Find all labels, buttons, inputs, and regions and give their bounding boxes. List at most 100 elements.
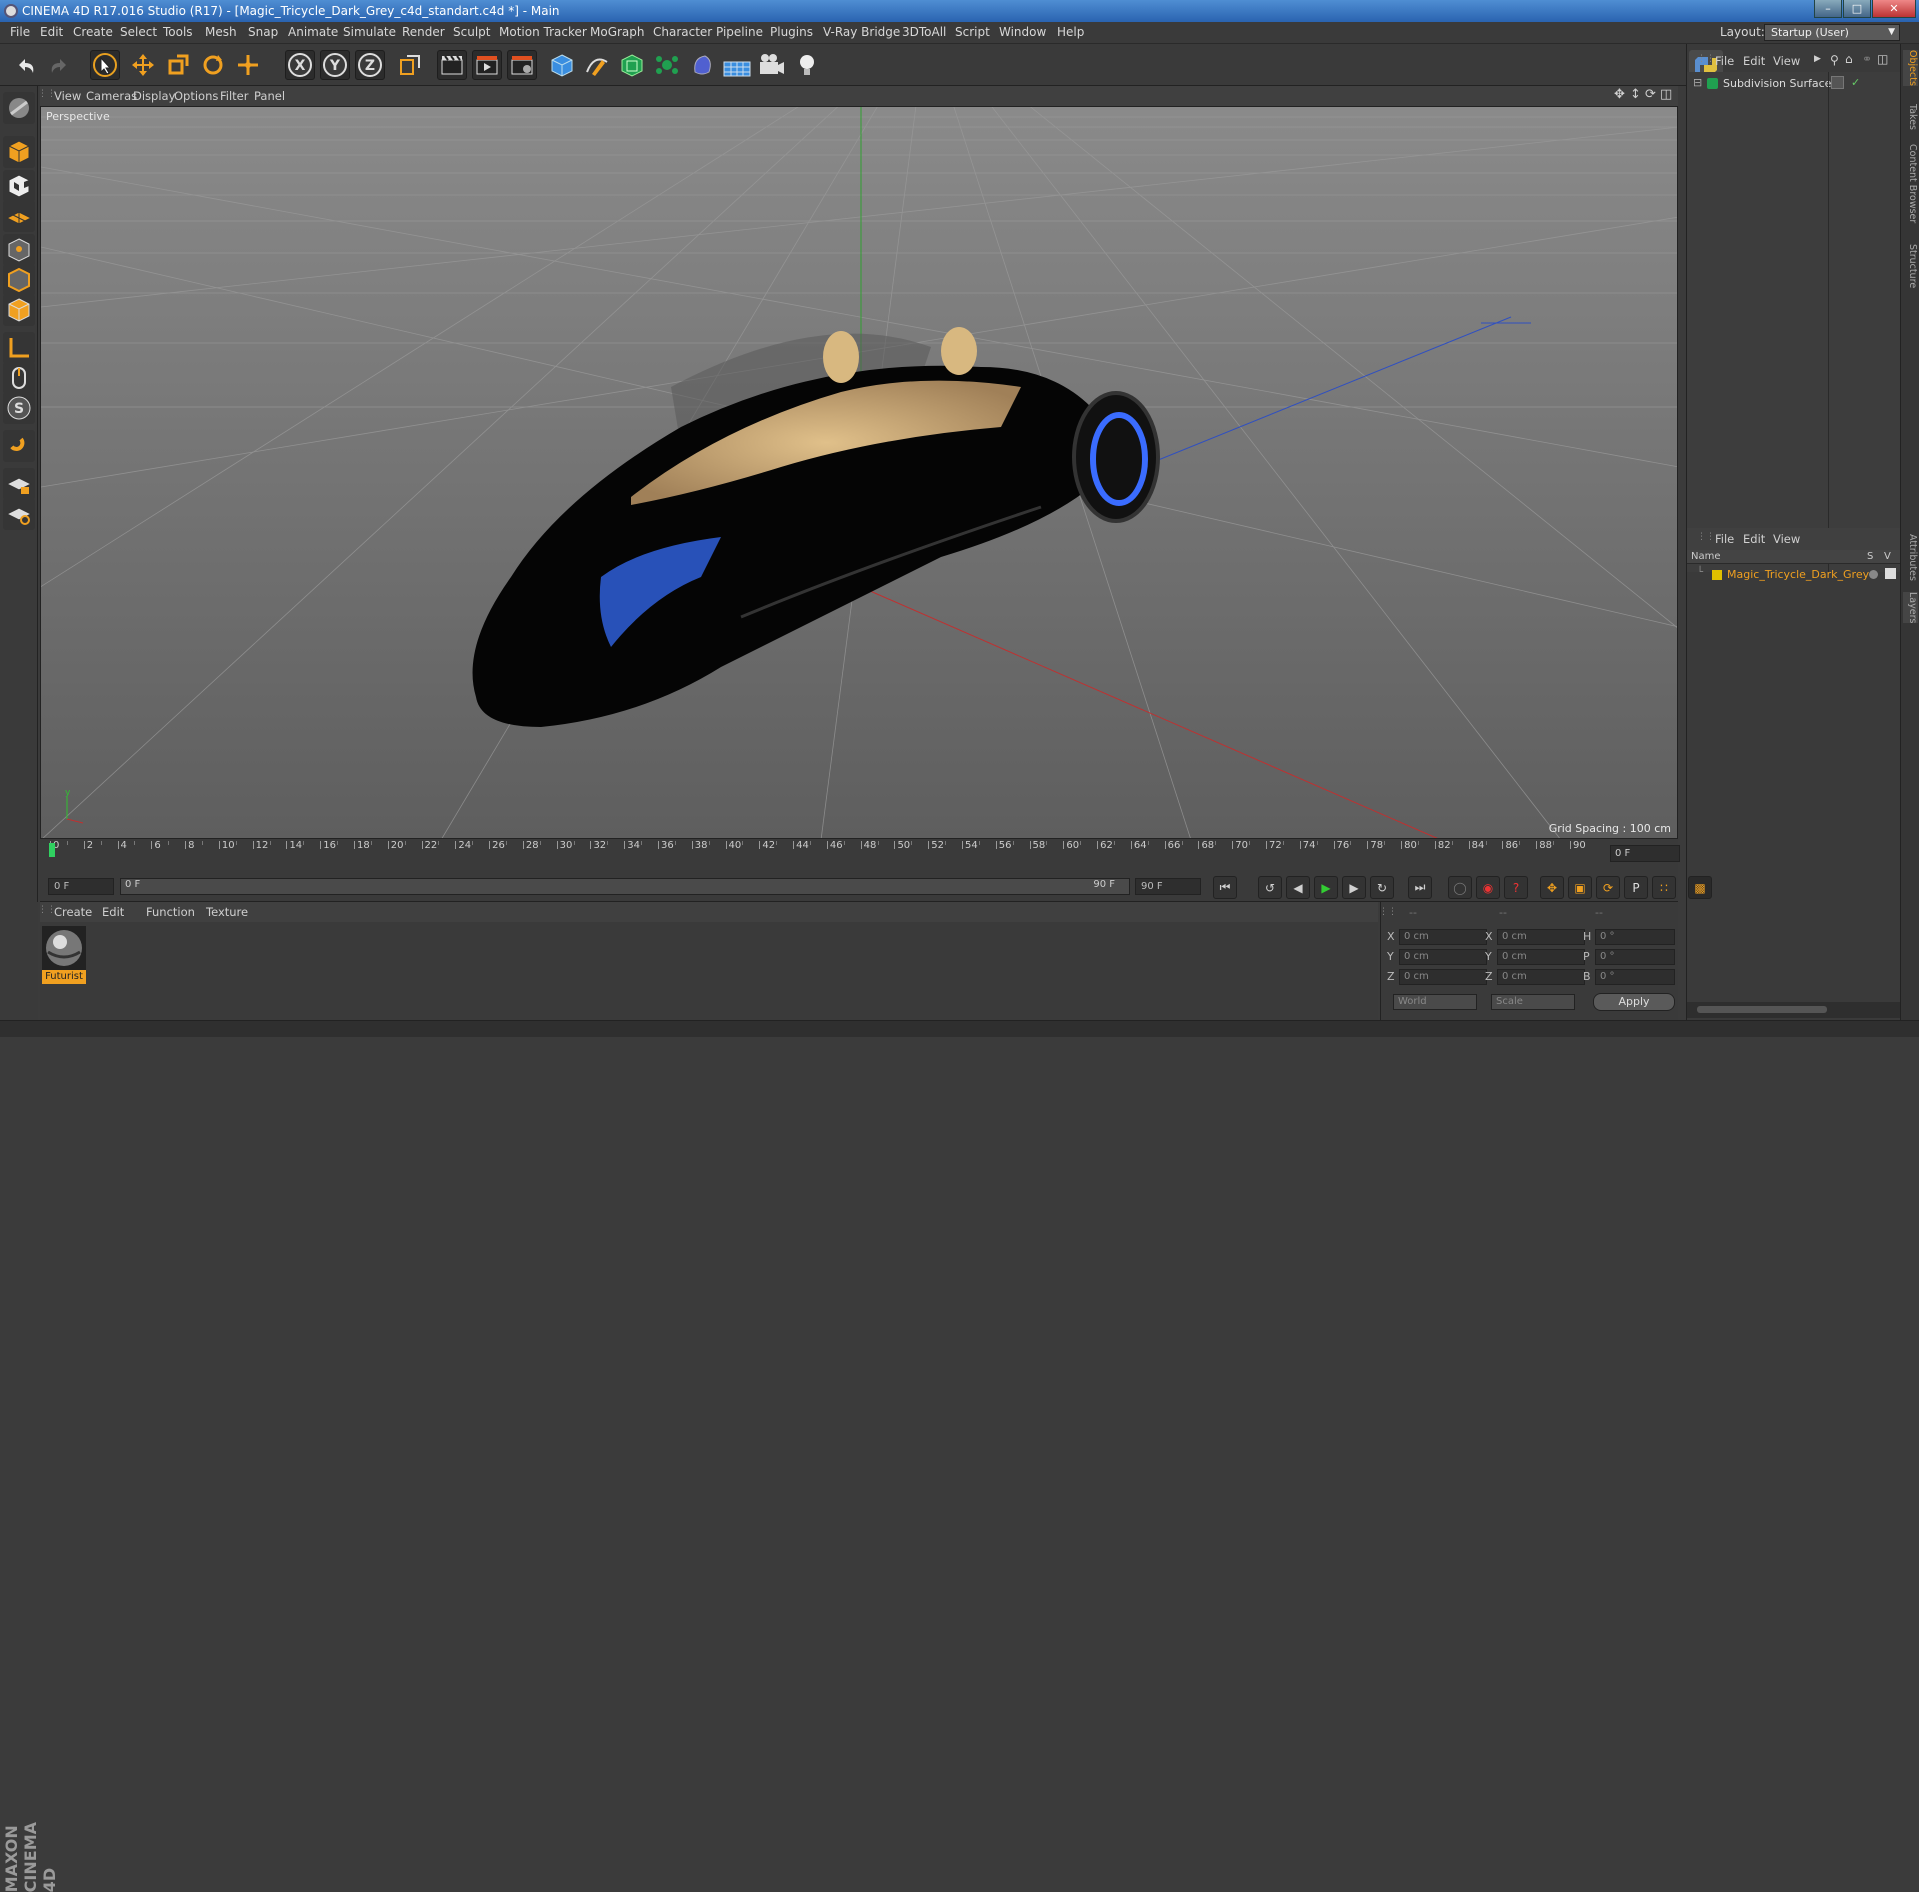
render-to-picture-viewer-button[interactable] [472,50,502,80]
menu-character[interactable]: Character [653,25,712,39]
axis-mode-button[interactable] [3,332,35,364]
viewport-menu-cameras[interactable]: Cameras [86,89,137,103]
transform-tool[interactable] [233,50,263,80]
perspective-viewport[interactable]: y Perspective Grid Spacing : 100 cm [40,106,1678,839]
menu-motion-tracker[interactable]: Motion Tracker [499,25,587,39]
timeline-editor-button[interactable]: ▩ [1688,876,1712,899]
tab-takes[interactable]: Takes [1903,104,1918,130]
points-mode-button[interactable] [3,234,35,266]
coordinate-system-button[interactable] [395,50,425,80]
z-axis-lock[interactable]: Z [355,50,385,80]
menu-help[interactable]: Help [1057,25,1084,39]
record-keys-button[interactable]: ◯ [1448,876,1472,899]
menu-script[interactable]: Script [955,25,990,39]
tab-attributes[interactable]: Attributes [1903,534,1918,581]
size-mode-dropdown[interactable]: Scale [1491,994,1575,1010]
autokey-button[interactable]: ? [1504,876,1528,899]
tab-objects[interactable]: Objects [1903,50,1918,86]
timeline-ruler[interactable]: 0 2 4 6 8 10 12 14 16 18 20 22 24 26 28 30 32 34 36 38 40 42 4… [40,839,1678,872]
menu-select[interactable]: Select [120,25,157,39]
menu-mograph[interactable]: MoGraph [590,25,645,39]
search-icon[interactable]: ⚲ [1830,53,1839,67]
magnet-button[interactable] [3,430,35,462]
layers-menu-edit[interactable]: Edit [1743,532,1765,546]
layer-row[interactable]: └ Magic_Tricycle_Dark_Grey [1689,567,1899,583]
menu-animate[interactable]: Animate [288,25,338,39]
key-parameter-button[interactable]: P [1624,876,1648,899]
next-frame-button[interactable]: ▶ [1342,876,1366,899]
undo-button[interactable] [10,50,40,80]
viewport-menu-filter[interactable]: Filter [220,89,248,103]
y-axis-lock[interactable]: Y [320,50,350,80]
tab-layers[interactable]: Layers [1903,592,1918,624]
frame-range-slider[interactable]: 0 F 90 F [120,878,1130,895]
viewport-menu-panel[interactable]: Panel [254,89,285,103]
make-editable-button[interactable] [3,92,35,124]
tag-icon[interactable] [1831,76,1844,89]
menu-3dtoall[interactable]: 3DToAll [902,25,946,39]
go-to-start-button[interactable]: ⏮ [1213,876,1237,899]
pos-z-field[interactable]: 0 cm [1399,969,1487,985]
live-selection-tool[interactable] [90,50,120,80]
material-menu-function[interactable]: Function [146,905,195,919]
polygons-mode-button[interactable] [3,294,35,326]
layout-dropdown[interactable]: Startup (User) ▼ [1764,24,1900,41]
size-y-field[interactable]: 0 cm [1497,949,1585,965]
objects-menu-file[interactable]: File [1715,54,1734,68]
size-z-field[interactable]: 0 cm [1497,969,1585,985]
objects-menu-view[interactable]: View [1773,54,1800,68]
texture-mode-button[interactable] [3,170,35,202]
rot-p-field[interactable]: 0 ° [1595,949,1675,965]
current-frame-field[interactable]: 0 F [1610,845,1680,862]
x-axis-lock[interactable]: X [285,50,315,80]
panel-icon[interactable]: ◫ [1877,52,1888,66]
tweak-mode-button[interactable] [3,362,35,394]
menu-create[interactable]: Create [73,25,113,39]
home-icon[interactable]: ⌂ [1845,52,1853,66]
workplane-button[interactable] [3,200,35,232]
snap-button[interactable]: S [3,392,35,424]
enabled-check-icon[interactable]: ✓ [1851,76,1860,89]
rot-h-field[interactable]: 0 ° [1595,929,1675,945]
layers-menu-file[interactable]: File [1715,532,1734,546]
close-button[interactable]: ✕ [1872,0,1916,18]
menu-tools[interactable]: Tools [163,25,193,39]
model-mode-button[interactable] [3,136,35,168]
end-frame-field[interactable]: 90 F [1135,878,1201,895]
viewport-menu-display[interactable]: Display [133,89,175,103]
rotate-view-icon[interactable]: ⟳ [1645,87,1656,102]
add-mograph-button[interactable] [652,50,682,80]
menu-render[interactable]: Render [402,25,445,39]
material-swatch[interactable]: Futurist [42,926,86,984]
next-key-button[interactable]: ↻ [1370,876,1394,899]
attribute-scrollbar[interactable] [1687,1002,1901,1018]
viewport-menu-view[interactable]: View [54,89,81,103]
key-pla-button[interactable]: ∷ [1652,876,1676,899]
coordinate-mode-dropdown[interactable]: World [1393,994,1477,1010]
menu-simulate[interactable]: Simulate [343,25,396,39]
layer-color-swatch[interactable] [1712,570,1722,580]
rot-b-field[interactable]: 0 ° [1595,969,1675,985]
menu-vray-bridge[interactable]: V-Ray Bridge [823,25,900,39]
workplane-lock-button[interactable] [3,468,35,500]
objects-menu-edit[interactable]: Edit [1743,54,1765,68]
menu-mesh[interactable]: Mesh [205,25,237,39]
menu-pipeline[interactable]: Pipeline [716,25,763,39]
menu-file[interactable]: File [10,25,30,39]
expand-icon[interactable]: ⊟ [1693,76,1702,89]
playhead[interactable] [49,843,55,857]
render-settings-button[interactable] [507,50,537,80]
menu-plugins[interactable]: Plugins [770,25,813,39]
object-row[interactable]: ⊟ Subdivision Surface ✓ [1689,76,1899,92]
move-tool[interactable] [128,50,158,80]
material-menu-texture[interactable]: Texture [206,905,248,919]
visible-icon[interactable] [1885,568,1896,579]
scale-tool[interactable] [163,50,193,80]
add-deformer-button[interactable] [687,50,717,80]
link-icon[interactable]: ⚭ [1862,52,1872,66]
key-position-button[interactable]: ✥ [1540,876,1564,899]
menu-window[interactable]: Window [999,25,1046,39]
material-menu-edit[interactable]: Edit [102,905,124,919]
previous-key-button[interactable]: ↺ [1258,876,1282,899]
pan-view-icon[interactable]: ✥ [1614,87,1625,102]
